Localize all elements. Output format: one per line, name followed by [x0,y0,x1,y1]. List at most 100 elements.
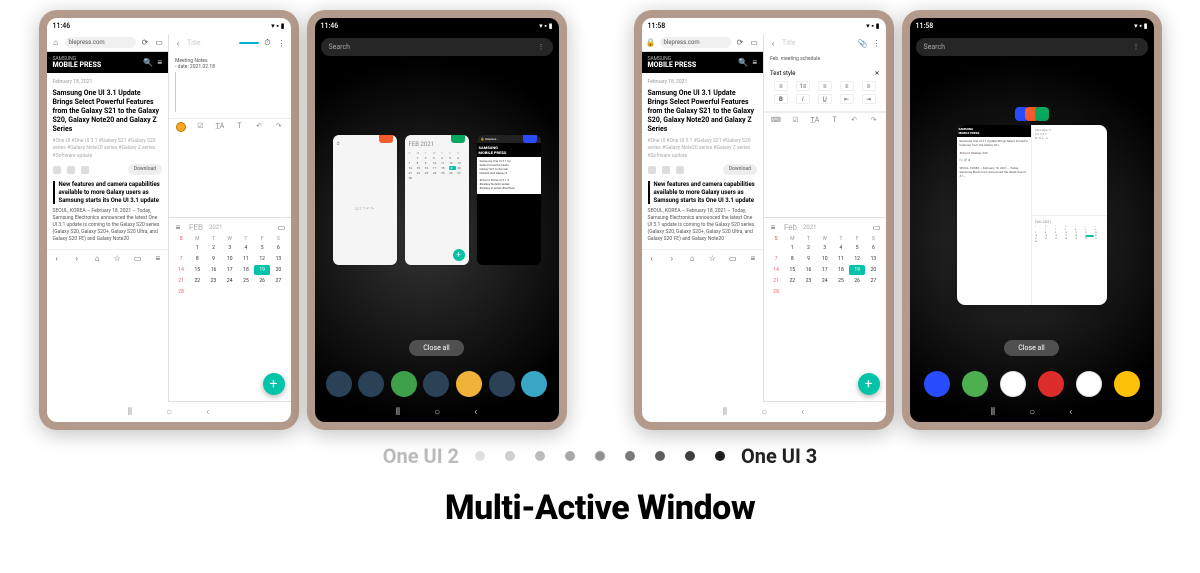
more-icon[interactable]: ⋮ [872,38,882,48]
tabs-icon[interactable]: ▭ [154,38,164,48]
nav-back-icon[interactable]: ‹ [801,407,804,418]
nav-recents-icon[interactable]: ⦀ [396,407,400,418]
timer-icon[interactable]: ⏱ [263,38,273,48]
dock-app-icon[interactable] [1114,371,1140,397]
link-icon[interactable] [81,166,89,174]
add-event-fab[interactable]: + [858,373,880,395]
close-icon[interactable]: ✕ [874,70,879,77]
add-event-fab[interactable]: + [263,373,285,395]
align-left-icon[interactable]: ≡ [818,81,832,91]
menu-icon[interactable]: ≡ [752,58,757,67]
today-icon[interactable]: ▭ [277,222,287,232]
recent-card-notes[interactable]: ⏱ ☑ T T ↶ ↷ [333,135,397,265]
nav-home-icon[interactable]: ○ [166,407,172,418]
dock-app-icon[interactable] [1000,371,1026,397]
close-all-button[interactable]: Close all [1004,340,1059,356]
checklist-icon[interactable]: ☑ [195,122,205,132]
chevron-left-icon[interactable]: ‹ [173,38,183,48]
chevron-left-icon[interactable]: ‹ [768,38,778,48]
menu-icon[interactable]: ≡ [157,58,162,67]
underline-icon[interactable]: U̲ [818,94,832,104]
bookmark-icon[interactable]: ☆ [112,254,122,264]
dock-app-icon[interactable] [358,371,384,397]
search-icon[interactable]: 🔍 [143,58,153,67]
dock-app-icon[interactable] [391,371,417,397]
facebook-icon[interactable] [53,166,61,174]
url-bar[interactable]: blepress.com [65,37,137,48]
download-button[interactable]: Download [723,164,757,175]
checklist-icon[interactable]: ☑ [790,116,800,126]
more-icon[interactable]: ⋮ [538,43,545,51]
dock-app-icon[interactable] [423,371,449,397]
search-icon[interactable]: 🔍 [738,58,748,67]
url-bar[interactable]: blepress.com [660,37,732,48]
twitter-icon[interactable] [662,166,670,174]
back-icon[interactable]: ‹ [647,254,657,264]
home-icon[interactable]: ⌂ [92,254,102,264]
today-icon[interactable]: ▭ [872,222,882,232]
back-icon[interactable]: ‹ [52,254,62,264]
more-icon[interactable]: ≡ [153,254,163,264]
align-center-icon[interactable]: ≡ [840,81,854,91]
tabs-icon[interactable]: ▭ [728,254,738,264]
nav-back-icon[interactable]: ‹ [1069,407,1072,418]
close-all-button[interactable]: Close all [409,340,464,356]
text-style-icon[interactable]: T̲A [810,116,820,126]
tabs-icon[interactable]: ▭ [749,38,759,48]
forward-icon[interactable]: › [667,254,677,264]
text-style-icon[interactable]: T̲A [215,122,225,132]
outdent-icon[interactable]: ⇥ [862,94,876,104]
italic-icon[interactable]: I [796,94,810,104]
nav-back-icon[interactable]: ‹ [206,407,209,418]
more-icon[interactable]: ⋮ [277,38,287,48]
recents-search[interactable]: Search ⋮ [916,38,1148,56]
dock-app-icon[interactable] [1076,371,1102,397]
text-color-icon[interactable]: T [235,122,245,132]
dock-app-icon[interactable] [456,371,482,397]
nav-back-icon[interactable]: ‹ [474,407,477,418]
more-icon[interactable]: ≡ [748,254,758,264]
keyboard-icon[interactable]: ⌨ [771,116,781,126]
home-icon[interactable]: ⌂ [687,254,697,264]
dock-app-icon[interactable] [924,371,950,397]
recent-card-browser[interactable]: 🔒 blepress… SAMSUNGMOBILE PRESS Samsung … [477,135,541,265]
link-icon[interactable] [676,166,684,174]
download-button[interactable]: Download [128,164,162,175]
recent-card-calendar[interactable]: FEB 2021 SMTWTFS123456789101112131415161… [405,135,469,265]
calendar-grid[interactable]: SMTWTFS123456789101112131415161718192021… [764,236,886,297]
facebook-icon[interactable] [648,166,656,174]
align-right-icon[interactable]: ≡ [862,81,876,91]
forward-icon[interactable]: › [72,254,82,264]
redo-icon[interactable]: ↷ [274,122,284,132]
calendar-grid[interactable]: SMTWTFS123456789101112131415161718192021… [169,236,291,297]
dock-app-icon[interactable] [1038,371,1064,397]
dock-app-icon[interactable] [521,371,547,397]
nav-home-icon[interactable]: ○ [761,407,767,418]
dock-app-icon[interactable] [326,371,352,397]
cal-menu-icon[interactable]: ≡ [768,222,778,232]
note-title-input[interactable]: Title [187,39,235,47]
nav-home-icon[interactable]: ○ [434,407,440,418]
reload-icon[interactable]: ⟳ [140,38,150,48]
pen-color-swatch[interactable] [176,122,186,132]
list-bullet-icon[interactable]: ≡ [774,81,788,91]
attach-icon[interactable]: 📎 [858,38,868,48]
undo-icon[interactable]: ↶ [849,116,859,126]
more-icon[interactable]: ⋮ [1133,43,1140,51]
nav-recents-icon[interactable]: ⦀ [128,407,132,418]
nav-recents-icon[interactable]: ⦀ [991,407,995,418]
note-body[interactable]: Meeting Notes - date: 2021.02.18 [169,52,291,118]
nav-home-icon[interactable]: ○ [1029,407,1035,418]
dock-app-icon[interactable] [489,371,515,397]
grouped-recent-card[interactable]: SAMSUNGMOBILE PRESS Samsung One UI 3.1 U… [957,125,1107,305]
recents-search[interactable]: Search ⋮ [321,38,553,56]
text-color-icon[interactable]: T [830,116,840,126]
nav-recents-icon[interactable]: ⦀ [723,407,727,418]
dock-app-icon[interactable] [962,371,988,397]
reload-icon[interactable]: ⟳ [735,38,745,48]
list-number-icon[interactable]: 1≡ [796,81,810,91]
twitter-icon[interactable] [67,166,75,174]
tabs-icon[interactable]: ▭ [133,254,143,264]
indent-icon[interactable]: ⇤ [840,94,854,104]
bold-icon[interactable]: B [774,94,788,104]
